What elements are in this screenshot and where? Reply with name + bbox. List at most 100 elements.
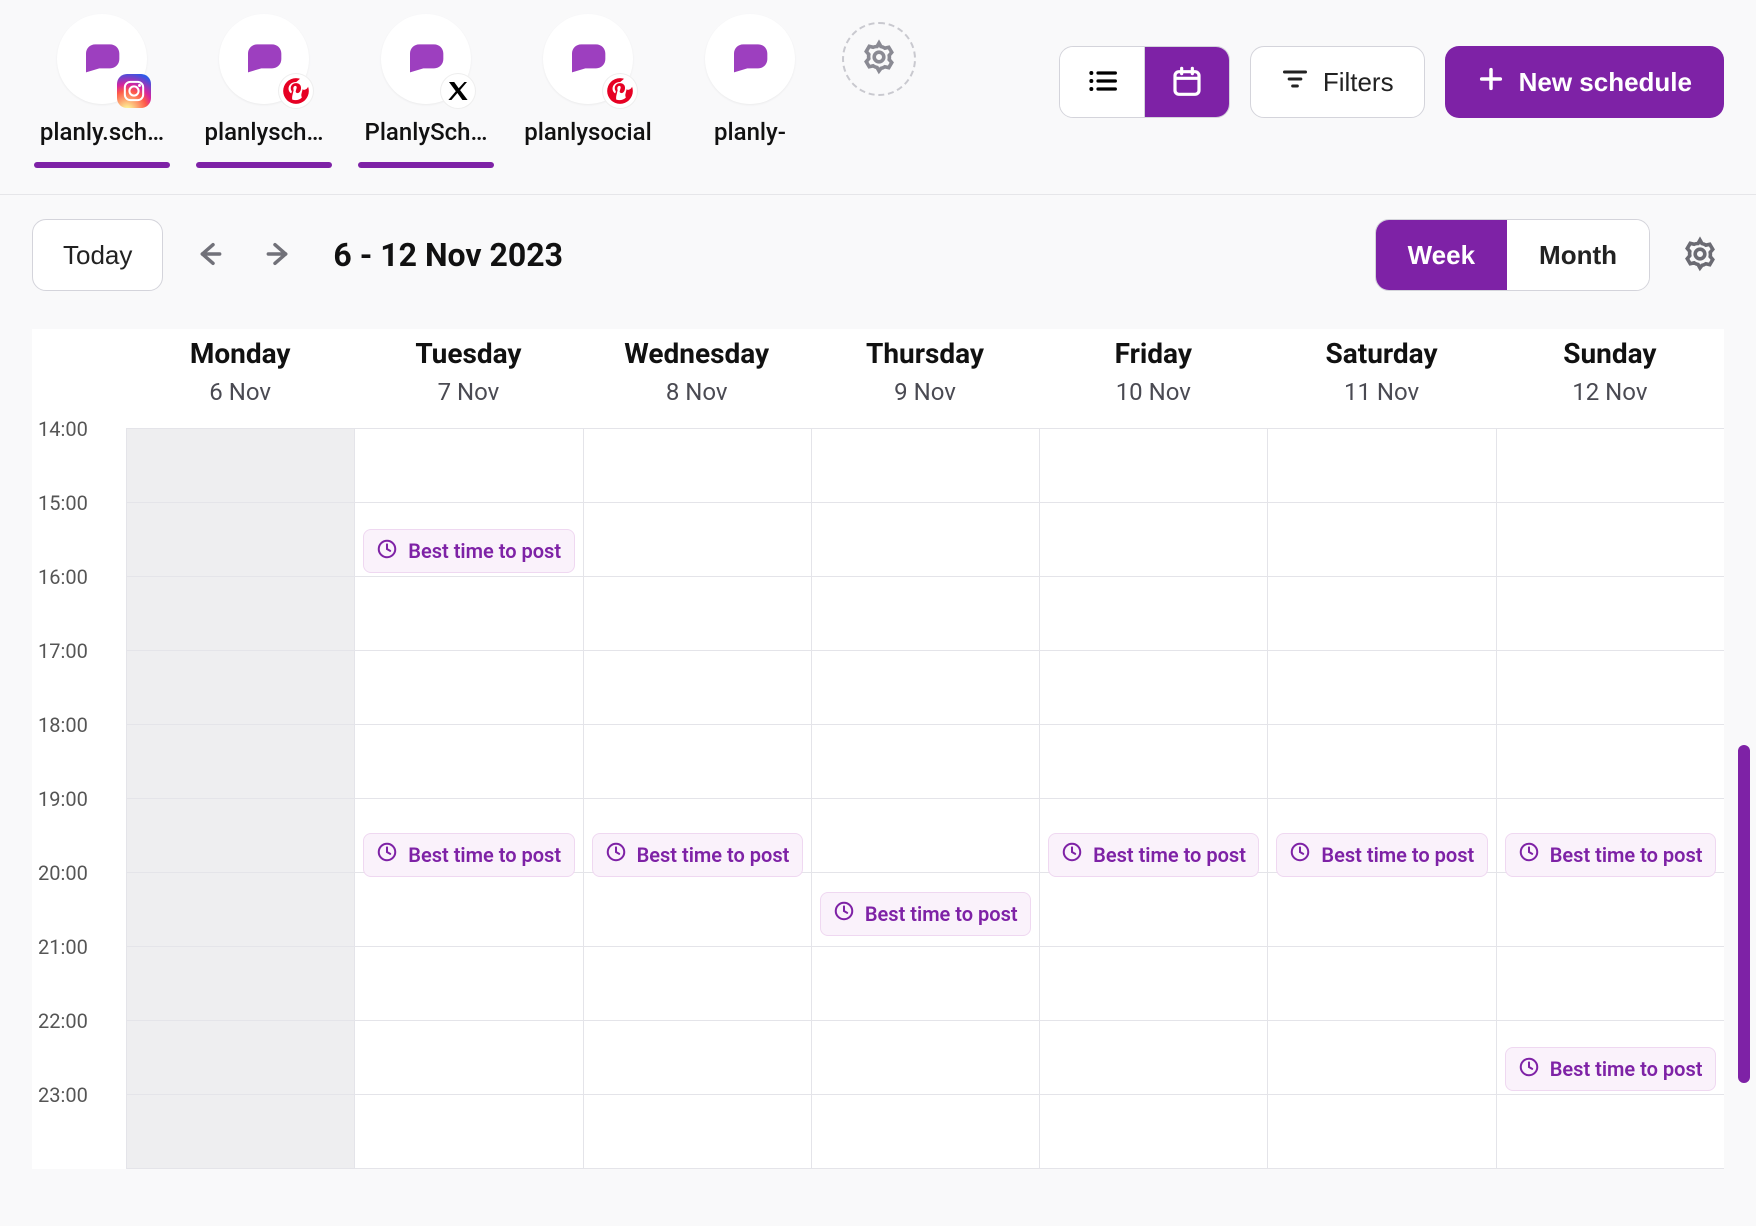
calendar-cell[interactable] bbox=[812, 1021, 1039, 1095]
event-best-time[interactable]: Best time to post bbox=[1276, 833, 1487, 877]
week-view-button[interactable]: Week bbox=[1376, 220, 1507, 290]
calendar-cell[interactable] bbox=[355, 429, 582, 503]
calendar-cell[interactable] bbox=[1497, 947, 1724, 1021]
calendar-cell[interactable] bbox=[584, 1021, 811, 1095]
calendar-cell[interactable] bbox=[355, 1021, 582, 1095]
calendar-cell[interactable] bbox=[1497, 503, 1724, 577]
calendar-cell[interactable] bbox=[584, 651, 811, 725]
day-date: 6 Nov bbox=[126, 378, 354, 406]
calendar-cell[interactable] bbox=[1040, 651, 1267, 725]
calendar-cell[interactable] bbox=[812, 1095, 1039, 1169]
arrow-left-icon bbox=[193, 238, 225, 273]
calendar-cell[interactable] bbox=[584, 1095, 811, 1169]
calendar-cell[interactable] bbox=[1040, 429, 1267, 503]
accounts-settings-button[interactable] bbox=[842, 22, 916, 96]
calendar-cell[interactable] bbox=[812, 503, 1039, 577]
next-week-button[interactable] bbox=[255, 231, 303, 279]
calendar-cell[interactable] bbox=[812, 725, 1039, 799]
event-label: Best time to post bbox=[1093, 843, 1246, 867]
time-label: 19:00 bbox=[32, 787, 126, 861]
day-column[interactable]: Best time to post bbox=[583, 429, 811, 1169]
list-view-button[interactable] bbox=[1060, 47, 1145, 117]
calendar-cell[interactable] bbox=[1040, 873, 1267, 947]
calendar-cell[interactable] bbox=[355, 725, 582, 799]
event-best-time[interactable]: Best time to post bbox=[363, 833, 574, 877]
calendar-cell[interactable] bbox=[127, 873, 354, 947]
calendar-cell[interactable] bbox=[1497, 873, 1724, 947]
calendar-cell[interactable] bbox=[1268, 725, 1495, 799]
time-label: 22:00 bbox=[32, 1009, 126, 1083]
event-best-time[interactable]: Best time to post bbox=[592, 833, 803, 877]
month-view-button[interactable]: Month bbox=[1507, 220, 1649, 290]
account-item[interactable]: planlysocial bbox=[518, 14, 658, 146]
calendar-cell[interactable] bbox=[1040, 725, 1267, 799]
calendar-cell[interactable] bbox=[1040, 577, 1267, 651]
day-column[interactable] bbox=[126, 429, 354, 1169]
calendar-cell[interactable] bbox=[1497, 725, 1724, 799]
calendar-cell[interactable] bbox=[127, 429, 354, 503]
calendar-cell[interactable] bbox=[584, 503, 811, 577]
calendar-cell[interactable] bbox=[127, 1095, 354, 1169]
calendar-cell[interactable] bbox=[127, 725, 354, 799]
account-item[interactable]: PlanlySch… bbox=[356, 14, 496, 146]
calendar-cell[interactable] bbox=[1268, 1095, 1495, 1169]
calendar-cell[interactable] bbox=[127, 503, 354, 577]
day-column[interactable]: Best time to post bbox=[1267, 429, 1495, 1169]
calendar-cell[interactable] bbox=[584, 873, 811, 947]
calendar-cell[interactable] bbox=[812, 651, 1039, 725]
new-schedule-button[interactable]: New schedule bbox=[1445, 46, 1724, 118]
event-best-time[interactable]: Best time to post bbox=[1505, 1047, 1716, 1091]
calendar-cell[interactable] bbox=[1268, 503, 1495, 577]
day-header: Thursday 9 Nov bbox=[811, 329, 1039, 429]
calendar-cell[interactable] bbox=[1040, 1021, 1267, 1095]
calendar-cell[interactable] bbox=[355, 651, 582, 725]
calendar-cell[interactable] bbox=[1497, 429, 1724, 503]
scrollbar[interactable] bbox=[1738, 745, 1750, 1083]
calendar-cell[interactable] bbox=[355, 873, 582, 947]
calendar-cell[interactable] bbox=[1268, 651, 1495, 725]
prev-week-button[interactable] bbox=[185, 231, 233, 279]
calendar-cell[interactable] bbox=[355, 1095, 582, 1169]
calendar-cell[interactable] bbox=[127, 651, 354, 725]
account-item[interactable]: planly- bbox=[680, 14, 820, 146]
calendar-cell[interactable] bbox=[812, 577, 1039, 651]
event-best-time[interactable]: Best time to post bbox=[1505, 833, 1716, 877]
day-column[interactable]: Best time to post Best time to post bbox=[1496, 429, 1724, 1169]
calendar-cell[interactable] bbox=[1268, 577, 1495, 651]
account-item[interactable]: planlysch… bbox=[194, 14, 334, 146]
calendar-cell[interactable] bbox=[812, 799, 1039, 873]
calendar-cell[interactable] bbox=[1040, 947, 1267, 1021]
calendar-cell[interactable] bbox=[812, 947, 1039, 1021]
calendar-cell[interactable] bbox=[127, 947, 354, 1021]
calendar-cell[interactable] bbox=[1268, 947, 1495, 1021]
calendar-cell[interactable] bbox=[1497, 1095, 1724, 1169]
today-button[interactable]: Today bbox=[32, 219, 163, 291]
day-column[interactable]: Best time to post bbox=[1039, 429, 1267, 1169]
calendar-cell[interactable] bbox=[355, 577, 582, 651]
day-column[interactable]: Best time to post Best time to post bbox=[354, 429, 582, 1169]
calendar-cell[interactable] bbox=[1268, 1021, 1495, 1095]
calendar-cell[interactable] bbox=[1268, 429, 1495, 503]
calendar-cell[interactable] bbox=[1268, 873, 1495, 947]
event-best-time[interactable]: Best time to post bbox=[820, 892, 1031, 936]
calendar-view-button[interactable] bbox=[1145, 47, 1229, 117]
calendar-cell[interactable] bbox=[127, 799, 354, 873]
calendar-cell[interactable] bbox=[127, 577, 354, 651]
event-best-time[interactable]: Best time to post bbox=[363, 529, 574, 573]
calendar-cell[interactable] bbox=[584, 429, 811, 503]
event-best-time[interactable]: Best time to post bbox=[1048, 833, 1259, 877]
calendar-cell[interactable] bbox=[584, 725, 811, 799]
day-column[interactable]: Best time to post bbox=[811, 429, 1039, 1169]
calendar-settings-button[interactable] bbox=[1676, 230, 1724, 281]
calendar-cell[interactable] bbox=[355, 947, 582, 1021]
calendar-cell[interactable] bbox=[1040, 1095, 1267, 1169]
calendar-cell[interactable] bbox=[812, 429, 1039, 503]
calendar-cell[interactable] bbox=[127, 1021, 354, 1095]
filters-button[interactable]: Filters bbox=[1250, 46, 1425, 118]
calendar-cell[interactable] bbox=[584, 947, 811, 1021]
calendar-cell[interactable] bbox=[584, 577, 811, 651]
calendar-cell[interactable] bbox=[1497, 577, 1724, 651]
account-item[interactable]: planly.sch… bbox=[32, 14, 172, 146]
calendar-cell[interactable] bbox=[1497, 651, 1724, 725]
calendar-cell[interactable] bbox=[1040, 503, 1267, 577]
